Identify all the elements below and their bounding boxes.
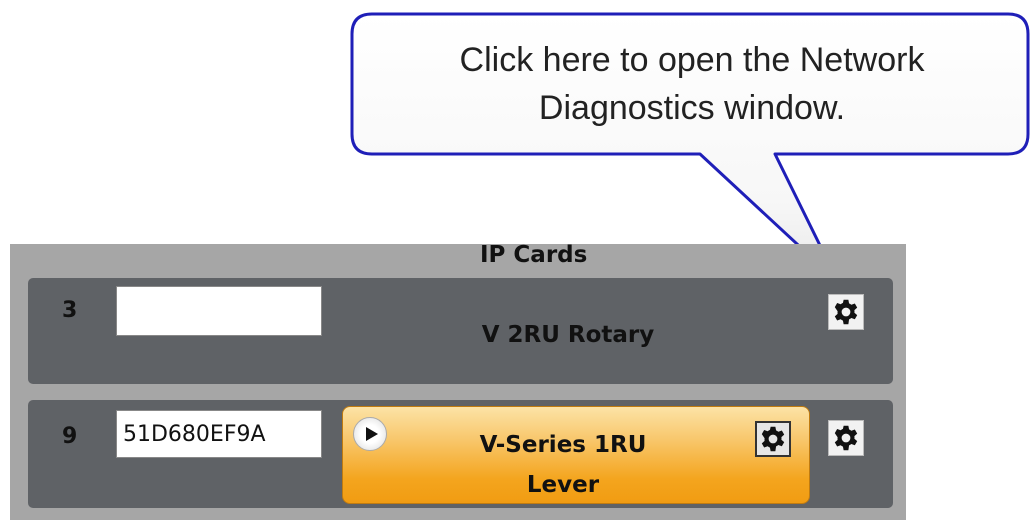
device-label-line-1: V-Series 1RU — [479, 432, 647, 458]
device-settings-button[interactable] — [755, 421, 791, 457]
card-id-field[interactable] — [116, 410, 322, 458]
callout-text: Click here to open the Network Diagnosti… — [360, 36, 1024, 132]
slot-number: 3 — [62, 298, 78, 323]
panel-title: IP Cards — [480, 242, 588, 268]
play-button[interactable] — [353, 417, 387, 451]
callout-line-2: Diagnostics window. — [538, 89, 846, 127]
gear-icon — [834, 425, 858, 451]
card-row: 9 V-Series 1RU Lever — [28, 400, 893, 508]
device-label: V-Series 1RU Lever — [403, 425, 723, 505]
callout-line-1: Click here to open the Network — [459, 41, 925, 79]
network-diagnostics-button[interactable] — [828, 294, 864, 330]
device-label-line-2: Lever — [526, 472, 600, 498]
play-icon — [365, 427, 378, 441]
card-row: 3 V 2RU Rotary — [28, 278, 893, 384]
network-diagnostics-button[interactable] — [828, 420, 864, 456]
slot-number: 9 — [62, 424, 78, 449]
gear-icon — [761, 426, 785, 452]
gear-icon — [834, 299, 858, 325]
card-id-field[interactable] — [116, 286, 322, 336]
card-name-label: V 2RU Rotary — [481, 322, 655, 348]
ip-cards-panel: IP Cards 3 V 2RU Rotary 9 V-Series 1RU L… — [10, 242, 906, 520]
device-button[interactable]: V-Series 1RU Lever — [342, 406, 810, 504]
